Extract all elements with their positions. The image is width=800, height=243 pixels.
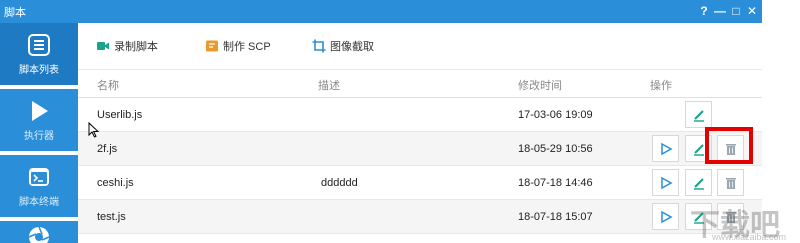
highlight-box: [705, 127, 753, 164]
image-capture-button[interactable]: 图像截取: [312, 38, 374, 54]
crop-icon: [312, 39, 326, 53]
play-icon: [660, 142, 673, 155]
minimize-icon[interactable]: —: [714, 2, 726, 20]
file-name: 2f.js: [97, 143, 118, 155]
run-button[interactable]: [652, 169, 679, 196]
file-description: dddddd: [321, 177, 358, 189]
record-script-label: 录制脚本: [114, 41, 158, 53]
pencil-icon: [693, 143, 704, 156]
make-scp-button[interactable]: 制作 SCP: [205, 38, 271, 54]
file-modified-time: 18-07-18 14:46: [518, 177, 593, 189]
window-controls: ? — □ ✕: [698, 2, 758, 20]
file-modified-time: 18-07-18 15:07: [518, 211, 593, 223]
file-name: Userlib.js: [97, 109, 143, 121]
column-header-name: 名称: [97, 80, 119, 92]
mouse-cursor-icon: [88, 122, 100, 138]
sidebar-item-executor[interactable]: 执行器: [0, 89, 78, 151]
column-header-description: 描述: [318, 80, 340, 92]
toolbar: 录制脚本 制作 SCP 图像截取: [78, 23, 762, 70]
table-header: 名称 描述 修改时间 操作: [78, 70, 762, 98]
column-header-modified-time: 修改时间: [518, 80, 562, 92]
script-list-icon: [28, 34, 50, 56]
window-title: 脚本: [4, 7, 26, 19]
image-capture-label: 图像截取: [330, 41, 374, 53]
aperture-icon: [28, 226, 50, 243]
table-row[interactable]: ceshi.js dddddd 18-07-18 14:46: [78, 166, 762, 200]
make-scp-label: 制作 SCP: [223, 41, 271, 53]
file-modified-time: 18-05-29 10:56: [518, 143, 593, 155]
sidebar-item-label: 脚本终端: [19, 197, 59, 208]
pencil-icon: [693, 109, 704, 122]
file-name: test.js: [97, 211, 126, 223]
pencil-icon: [693, 177, 704, 190]
trash-icon: [725, 177, 736, 189]
watermark-url: www.xiazaiba.com: [712, 232, 787, 242]
sidebar-item-label: 脚本列表: [19, 65, 59, 76]
run-button[interactable]: [652, 135, 679, 162]
column-header-actions: 操作: [650, 80, 672, 92]
sidebar-item-script-list[interactable]: 脚本列表: [0, 23, 78, 85]
edit-button[interactable]: [685, 101, 712, 128]
terminal-icon: [29, 168, 49, 186]
package-icon: [206, 40, 218, 52]
play-icon: [660, 210, 673, 223]
maximize-icon[interactable]: □: [730, 2, 742, 20]
table-row[interactable]: test.js 18-07-18 15:07: [78, 200, 762, 234]
record-script-button[interactable]: 录制脚本: [96, 38, 158, 54]
edit-button[interactable]: [685, 169, 712, 196]
play-icon: [32, 101, 48, 121]
video-camera-icon: [97, 42, 109, 50]
delete-button[interactable]: [717, 169, 744, 196]
sidebar-item-capture[interactable]: [0, 221, 78, 243]
help-icon[interactable]: ?: [698, 2, 710, 20]
sidebar: 脚本列表 执行器 脚本终端: [0, 23, 78, 243]
play-icon: [660, 176, 673, 189]
sidebar-item-terminal[interactable]: 脚本终端: [0, 155, 78, 217]
file-modified-time: 17-03-06 19:09: [518, 109, 593, 121]
title-bar: 脚本 ? — □ ✕: [0, 0, 762, 23]
table-row[interactable]: Userlib.js 17-03-06 19:09: [78, 98, 762, 132]
sidebar-item-label: 执行器: [24, 131, 54, 142]
close-icon[interactable]: ✕: [746, 2, 758, 20]
table-row[interactable]: 2f.js 18-05-29 10:56: [78, 132, 762, 166]
run-button[interactable]: [652, 203, 679, 230]
file-name: ceshi.js: [97, 177, 134, 189]
